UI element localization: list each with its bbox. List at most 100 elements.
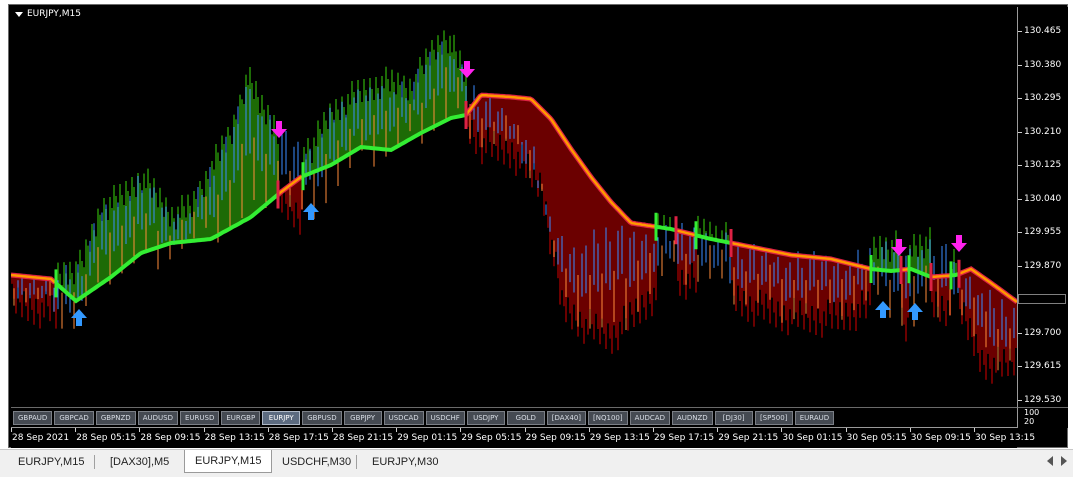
time-tick bbox=[653, 428, 654, 432]
histogram-bar bbox=[215, 144, 217, 237]
symbol-button-euraud[interactable]: EURAUD bbox=[794, 411, 835, 425]
histogram-bar bbox=[647, 225, 649, 292]
histogram-bar bbox=[913, 234, 915, 270]
symbol-button-audusd[interactable]: AUDUSD bbox=[137, 411, 178, 425]
histogram-bar bbox=[199, 181, 201, 241]
triangle-left-icon[interactable] bbox=[1047, 456, 1053, 466]
histogram-bar bbox=[619, 210, 621, 322]
chart-tab[interactable]: [DAX30],M5 bbox=[100, 452, 179, 472]
histogram-bar bbox=[179, 217, 181, 243]
price-tick bbox=[1018, 98, 1022, 100]
time-label: 28 Sep 2021 bbox=[12, 433, 70, 443]
histogram-bar bbox=[151, 197, 153, 250]
symbol-button-gold[interactable]: GOLD bbox=[506, 411, 545, 425]
symbol-button-gbpaud[interactable]: GBPAUD bbox=[13, 411, 53, 425]
histogram-bar bbox=[455, 51, 457, 118]
symbol-button-nq100[interactable]: [NQ100] bbox=[588, 411, 628, 425]
histogram-bar bbox=[979, 274, 981, 372]
histogram-bar bbox=[479, 97, 481, 148]
time-label: 30 Sep 09:15 bbox=[910, 433, 971, 443]
histogram-bar bbox=[207, 179, 209, 240]
histogram-bar bbox=[227, 127, 229, 231]
histogram-bar bbox=[293, 183, 295, 228]
symbol-button-dj30[interactable]: [DJ30] bbox=[714, 411, 753, 425]
price-tick bbox=[1018, 232, 1022, 234]
histogram-bar bbox=[623, 214, 625, 306]
histogram-bar bbox=[831, 259, 833, 329]
histogram-bar bbox=[631, 223, 633, 315]
symbol-button-eurgbp[interactable]: EURGBP bbox=[221, 411, 261, 425]
histogram-bar bbox=[759, 248, 761, 290]
histogram-bar bbox=[779, 252, 781, 317]
histogram-bar bbox=[875, 247, 877, 270]
histogram-bar bbox=[1003, 291, 1005, 350]
histogram-bar bbox=[507, 96, 509, 154]
symbol-button-gbpnzd[interactable]: GBPNZD bbox=[95, 411, 136, 425]
histogram-bar bbox=[525, 98, 527, 178]
symbol-button-usdjpy[interactable]: USDJPY bbox=[466, 411, 505, 425]
histogram-bar bbox=[447, 53, 449, 121]
histogram-bar bbox=[219, 161, 221, 235]
histogram-bar bbox=[263, 109, 265, 207]
time-axis[interactable]: 28 Sep 2021 28 Sep 05:15 28 Sep 09:15 28 Se… bbox=[11, 427, 1035, 448]
histogram-bar bbox=[991, 283, 993, 384]
chart-tab[interactable]: EURJPY,M15 bbox=[184, 450, 273, 473]
histogram-bar bbox=[811, 257, 813, 306]
triangle-down-icon[interactable] bbox=[15, 11, 23, 17]
indicator-subwindow: GBPAUD GBPCAD GBPNZD AUDUSD EURUSD EURGBP EURJ… bbox=[11, 407, 1017, 428]
chart-tab[interactable]: USDCHF,M30 bbox=[272, 452, 361, 472]
histogram-bar bbox=[127, 191, 129, 265]
up-arrow-icon bbox=[71, 309, 87, 326]
histogram-bar bbox=[281, 192, 283, 213]
histogram-bar bbox=[379, 99, 381, 149]
histogram-bar bbox=[71, 273, 73, 297]
chart-title[interactable]: EURJPY,M15 bbox=[15, 9, 81, 19]
symbol-button-bar: GBPAUD GBPCAD GBPNZD AUDUSD EURUSD EURGBP EURJ… bbox=[13, 411, 835, 425]
current-price-marker bbox=[1018, 294, 1068, 305]
histogram-bar bbox=[983, 277, 985, 365]
histogram-bar bbox=[527, 98, 529, 154]
histogram-bar bbox=[111, 208, 113, 277]
symbol-button-usdchf[interactable]: USDCHF bbox=[425, 411, 465, 425]
chart-tab[interactable]: EURJPY,M30 bbox=[362, 452, 448, 472]
histogram-bar bbox=[683, 232, 685, 285]
price-tick bbox=[1018, 31, 1022, 32]
time-tick bbox=[332, 428, 333, 432]
symbol-button-audnzd[interactable]: AUDNZD bbox=[671, 411, 713, 425]
price-chart-plot[interactable]: EURJPY,M15 bbox=[11, 7, 1017, 407]
time-tick bbox=[139, 428, 141, 432]
histogram-bar bbox=[531, 99, 533, 188]
symbol-button-usdcad[interactable]: USDCAD bbox=[383, 411, 424, 425]
histogram-bar bbox=[75, 261, 77, 301]
symbol-button-gbpjpy[interactable]: GBPJPY bbox=[343, 411, 382, 425]
histogram-bar bbox=[783, 253, 785, 306]
histogram-bar bbox=[815, 257, 817, 335]
histogram-bar bbox=[99, 214, 101, 286]
symbol-button-audcad[interactable]: AUDCAD bbox=[629, 411, 670, 425]
price-label: 129.700 bbox=[1024, 327, 1062, 338]
histogram-bar bbox=[255, 81, 257, 214]
time-label: 28 Sep 21:15 bbox=[333, 433, 394, 443]
histogram-bar bbox=[387, 79, 389, 150]
time-tick bbox=[717, 428, 719, 432]
bear-trend-line bbox=[930, 274, 952, 279]
chart-tab[interactable]: EURJPY,M15 bbox=[8, 452, 94, 472]
histogram-bar bbox=[615, 206, 617, 338]
histogram-bar bbox=[639, 224, 641, 324]
symbol-button-dax40[interactable]: [DAX40] bbox=[546, 411, 587, 425]
histogram-bar bbox=[163, 216, 165, 246]
histogram-bar bbox=[91, 224, 93, 291]
histogram-bar bbox=[709, 221, 711, 239]
price-axis[interactable]: 130.465 130.380 130.295 130.210 130.125 130.0… bbox=[1017, 7, 1068, 407]
triangle-right-icon[interactable] bbox=[1061, 456, 1067, 466]
histogram-bar bbox=[299, 178, 301, 235]
histogram-bar bbox=[243, 104, 245, 222]
symbol-button-eurusd[interactable]: EURUSD bbox=[179, 411, 220, 425]
symbol-button-eurjpy[interactable]: EURJPY bbox=[262, 411, 301, 425]
histogram-bar bbox=[435, 59, 437, 126]
histogram-bar bbox=[375, 77, 377, 149]
chart-window[interactable]: EURJPY,M15 130.465 130.380 130.295 130.210 1… bbox=[8, 4, 1068, 448]
symbol-button-gbpcad[interactable]: GBPCAD bbox=[54, 411, 94, 425]
symbol-button-sp500[interactable]: [SP500] bbox=[754, 411, 793, 425]
symbol-button-gbpusd[interactable]: GBPUSD bbox=[302, 411, 342, 425]
